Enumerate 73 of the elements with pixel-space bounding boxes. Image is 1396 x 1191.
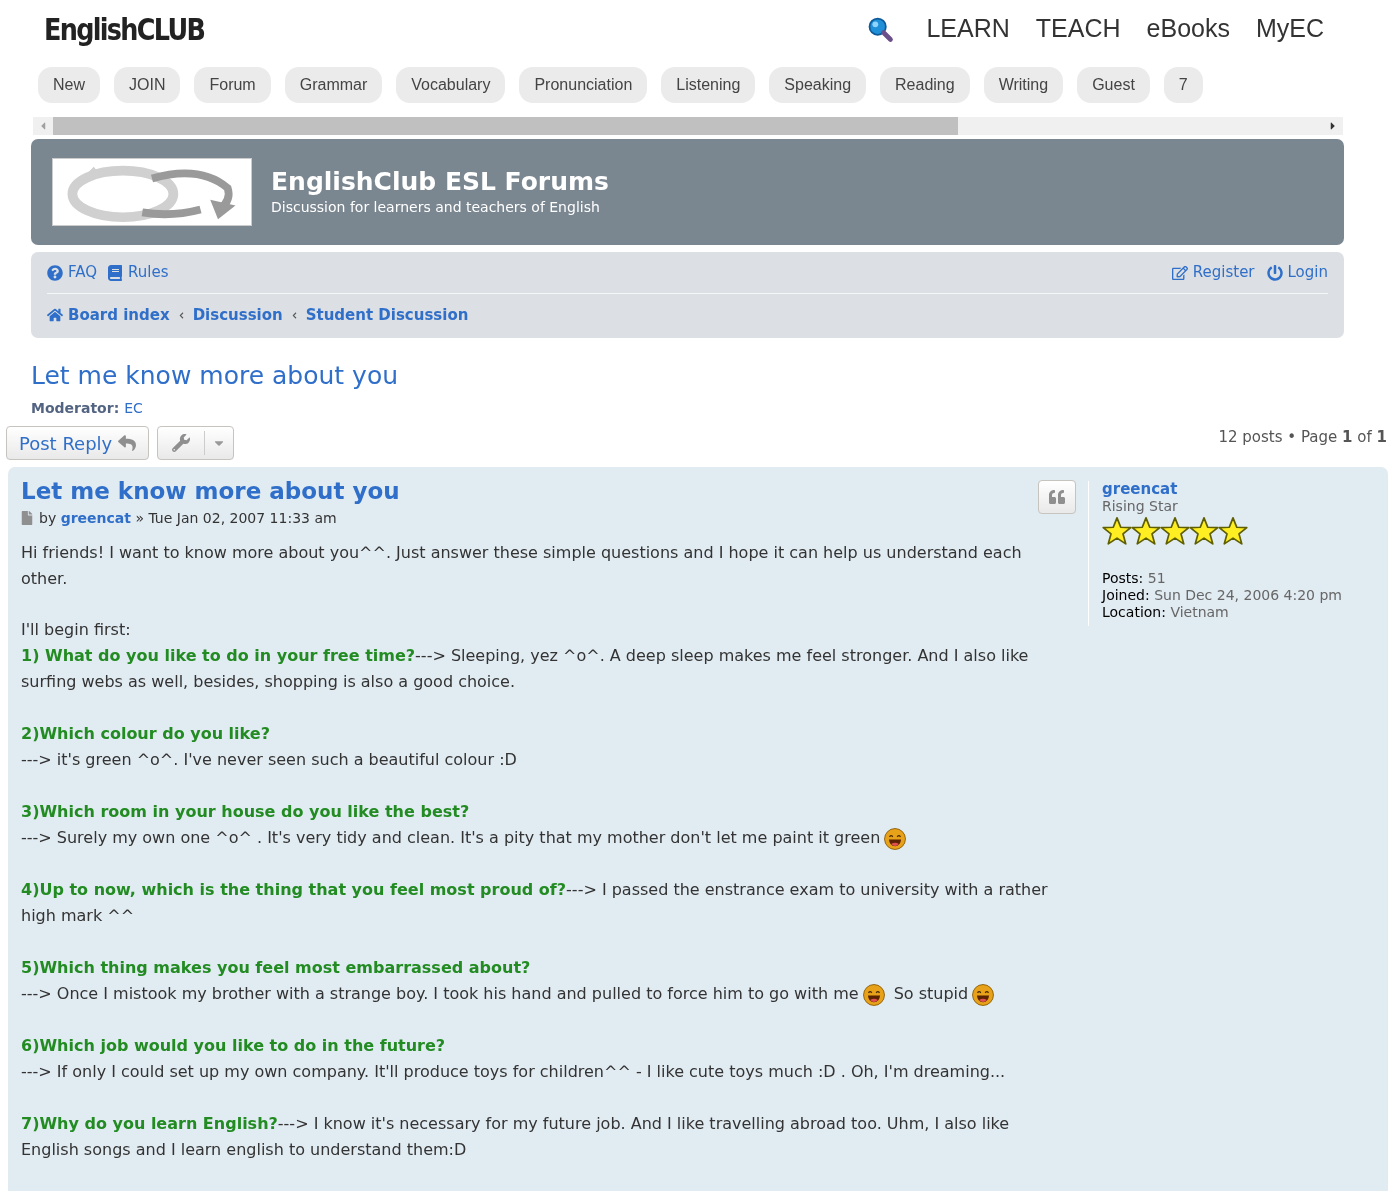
menu-pill[interactable]: Speaking xyxy=(769,67,867,103)
laughing-emoji-icon xyxy=(862,983,885,1006)
post-paragraph: I'll begin first: xyxy=(21,619,132,641)
laughing-emoji-icon xyxy=(884,827,907,850)
forum-subtitle: Discussion for learners and teachers of English xyxy=(271,197,601,217)
question-answer-text: 1) What do you like to do in your free time?---> Sleeping, yez ^o^. A deep sleep makes me feel stronger. And I also like surfing webs as well, besides, shopping is also a good choice. xyxy=(21,645,1030,693)
menu-pill[interactable]: Listening xyxy=(661,67,756,103)
menu-pill[interactable]: New xyxy=(38,67,100,103)
header-link[interactable]: LEARN xyxy=(926,10,1010,48)
question-answer-text: 6)Which job would you like to do in the future? ---> If only I could set up my own company. It'll produce toys for children^^ - I like cute toys much :D . Oh, I'm dreaming... xyxy=(21,1035,1007,1083)
menu-pill[interactable]: Grammar xyxy=(284,67,383,103)
question-answer-text: 3)Which room in your house do you like the best? ---> Surely my own one ^o^ . It's very tidy and clean. It's a pity that my mother don't let me paint it green xyxy=(21,799,1056,851)
menu-pill[interactable]: 7 xyxy=(1163,67,1203,103)
wrench-icon xyxy=(172,434,191,452)
menu-pill[interactable]: Forum xyxy=(194,67,271,103)
star-icon xyxy=(1160,516,1190,546)
logo-drawing[interactable] xyxy=(52,158,252,226)
pagination-info: 12 posts • Page 1 of 1 xyxy=(1218,427,1387,448)
quote-icon xyxy=(1048,489,1066,505)
profile-field: Location: Vietnam xyxy=(1102,604,1342,621)
post-icon xyxy=(21,511,33,525)
separator-icon xyxy=(290,311,298,319)
forum-title[interactable]: EnglishClub ESL Forums xyxy=(271,166,609,197)
nav-link[interactable]: Register xyxy=(1171,261,1255,284)
header-link[interactable]: TEACH xyxy=(1035,10,1121,48)
power-icon xyxy=(1266,264,1283,281)
tools-dropdown-button[interactable] xyxy=(157,426,235,460)
book-icon xyxy=(107,264,124,281)
help-icon xyxy=(47,264,63,281)
profile-username[interactable]: greencat xyxy=(1102,481,1342,498)
post-paragraph: Hi friends! I want to know more about you^^. Just answer these simple questions and I hope it can help us understand each other. xyxy=(21,542,1023,590)
menu-pill[interactable]: Pronunciation xyxy=(519,67,648,103)
question-answer-text: 5)Which thing makes you feel most embarrassed about? ---> Once I mistook my brother with a strange boy. I took his hand and pulled to force him to go with me So stupid xyxy=(21,955,1056,1007)
site-logo[interactable]: EnglishCLUB xyxy=(44,6,205,52)
menu-pill[interactable]: Reading xyxy=(880,67,970,103)
horizontal-scrollbar[interactable] xyxy=(33,117,1343,135)
scrollbar-thumb[interactable] xyxy=(53,117,958,135)
nav-link[interactable]: Login xyxy=(1266,261,1328,284)
menu-pill[interactable]: Writing xyxy=(983,67,1064,103)
reply-icon xyxy=(118,434,137,452)
profile-field: Posts: 51 xyxy=(1102,570,1342,587)
separator-icon xyxy=(177,311,185,319)
question-answer-text: 2)Which colour do you like? ---> it's green ^o^. I've never seen such a beautiful colour :D xyxy=(21,723,518,771)
search-icon[interactable] xyxy=(866,15,895,43)
post-reply-button[interactable]: Post Reply xyxy=(6,426,150,460)
menu-pill[interactable]: Vocabulary xyxy=(396,67,506,103)
quote-button[interactable] xyxy=(1038,480,1076,514)
moderator-label: Moderator: xyxy=(31,399,120,418)
menu-pill[interactable]: Guest xyxy=(1077,67,1150,103)
menu-pill[interactable]: JOIN xyxy=(114,67,181,103)
star-icon xyxy=(1131,516,1161,546)
profile-rank: Rising Star xyxy=(1102,498,1179,515)
star-icon xyxy=(1189,516,1219,546)
question-answer-text: 7)Why do you learn English?---> I know it's necessary for my future job. And I like travelling abroad too. Uhm, I also like English songs and I learn english to understand them:D xyxy=(21,1113,1011,1161)
post-meta: by greencat » Tue Jan 02, 2007 11:33 am xyxy=(39,509,337,528)
nav-link[interactable]: Rules xyxy=(107,261,169,284)
breadcrumb-link[interactable]: Student Discussion xyxy=(305,303,469,327)
breadcrumb-link[interactable]: Board index xyxy=(47,303,170,327)
profile-field: Joined: Sun Dec 24, 2006 4:20 pm xyxy=(1102,587,1342,604)
header-link[interactable]: MyEC xyxy=(1255,10,1324,48)
home-icon xyxy=(47,307,63,323)
star-icon xyxy=(1102,516,1132,546)
star-icon xyxy=(1218,516,1248,546)
header-link[interactable]: eBooks xyxy=(1146,10,1230,48)
author-link[interactable]: greencat xyxy=(60,510,131,526)
edit-icon xyxy=(1171,264,1188,281)
question-answer-text: 4)Up to now, which is the thing that you feel most proud of?---> I passed the enstrance exam to university with a rather high mark ^^ xyxy=(21,879,1049,927)
topic-title[interactable]: Let me know more about you xyxy=(31,360,1396,392)
post-title[interactable]: Let me know more about you xyxy=(21,477,400,505)
moderator-link[interactable]: EC xyxy=(124,398,143,419)
nav-link[interactable]: FAQ xyxy=(47,261,98,284)
laughing-emoji-icon xyxy=(972,983,995,1006)
breadcrumb-link[interactable]: Discussion xyxy=(192,303,283,327)
